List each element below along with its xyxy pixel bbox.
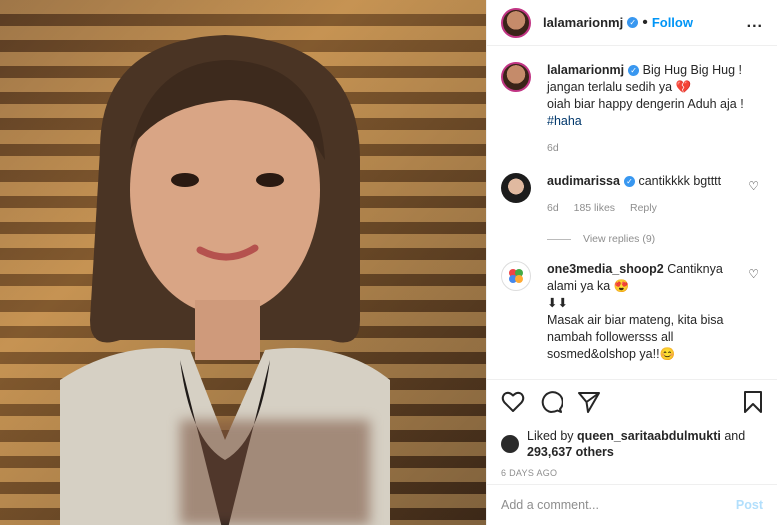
commenter-avatar[interactable]	[501, 173, 531, 203]
post-actions: Liked by queen_saritaabdulmukti and 293,…	[487, 379, 777, 478]
comments-section[interactable]: lalamarionmj ✓ Big Hug Big Hug ! jangan t…	[487, 46, 777, 378]
caption-line2: jangan terlalu sedih ya 💔	[547, 80, 692, 94]
instagram-post: lalamarionmj ✓ • Follow ... lalamarionmj…	[0, 0, 777, 525]
post-header: lalamarionmj ✓ • Follow ...	[487, 0, 777, 46]
post-date[interactable]: 6 DAYS AGO	[501, 468, 763, 478]
share-send-icon[interactable]	[577, 391, 601, 413]
comment-like-icon[interactable]: ♡	[748, 267, 759, 281]
comment-item: audimarissa ✓ cantikkkk bgtttt 6d 185 lik…	[501, 173, 763, 217]
author-username[interactable]: lalamarionmj	[543, 15, 623, 30]
like-heart-icon[interactable]	[501, 391, 525, 413]
follow-button[interactable]: Follow	[652, 15, 693, 30]
reply-button[interactable]: Reply	[630, 202, 657, 214]
likes-count[interactable]: 293,637 others	[527, 445, 614, 459]
post-comment-button[interactable]: Post	[736, 498, 763, 512]
more-options-icon[interactable]: ...	[747, 14, 763, 32]
comment-bubble-icon[interactable]	[539, 390, 563, 414]
caption-username[interactable]: lalamarionmj	[547, 63, 624, 77]
comment-item: one3media_shoop2 Cantiknya alami ya ka 😍…	[501, 261, 763, 363]
comment-text-continued: Masak air biar mateng, kita bisa nambah …	[547, 313, 724, 361]
caption: lalamarionmj ✓ Big Hug Big Hug ! jangan t…	[501, 62, 763, 157]
verified-icon: ✓	[623, 176, 635, 188]
comment-username[interactable]: audimarissa	[547, 174, 620, 188]
caption-line1: Big Hug Big Hug !	[642, 63, 742, 77]
commenter-avatar[interactable]	[501, 261, 531, 291]
replies-line	[547, 238, 571, 240]
comment-time[interactable]: 6d	[547, 202, 559, 214]
verified-icon: ✓	[628, 65, 640, 77]
verified-icon: ✓	[627, 17, 639, 28]
comment-arrows: ⬇⬇	[547, 296, 568, 310]
post-sidebar: lalamarionmj ✓ • Follow ... lalamarionmj…	[486, 0, 777, 525]
comment-text: cantikkkk bgtttt	[638, 174, 722, 188]
view-replies[interactable]: View replies (9)	[547, 233, 763, 245]
caption-avatar[interactable]	[501, 62, 531, 92]
liked-by-user[interactable]: queen_saritaabdulmukti	[577, 429, 721, 443]
likes-summary: Liked by queen_saritaabdulmukti and 293,…	[501, 428, 763, 460]
caption-time[interactable]: 6d	[547, 142, 559, 154]
shop-logo-icon	[509, 269, 523, 283]
view-replies-label[interactable]: View replies (9)	[583, 233, 655, 245]
comment-likes[interactable]: 185 likes	[574, 202, 615, 214]
add-comment-input[interactable]: Add a comment...	[501, 498, 599, 512]
author-avatar[interactable]	[501, 7, 531, 38]
separator-dot: •	[642, 13, 648, 31]
liker-avatar[interactable]	[501, 435, 519, 453]
comment-like-icon[interactable]: ♡	[748, 179, 759, 193]
caption-line3: oiah biar happy dengerin Aduh aja !	[547, 97, 744, 111]
comment-username[interactable]: one3media_shoop2	[547, 262, 664, 276]
add-comment-bar: Add a comment... Post	[487, 484, 777, 525]
liked-by-and: and	[724, 429, 746, 443]
post-photo[interactable]	[0, 0, 486, 525]
censor-blur	[180, 420, 370, 525]
caption-hashtag[interactable]: #haha	[547, 114, 582, 128]
bookmark-save-icon[interactable]	[743, 390, 763, 414]
liked-by-prefix: Liked by	[527, 429, 574, 443]
